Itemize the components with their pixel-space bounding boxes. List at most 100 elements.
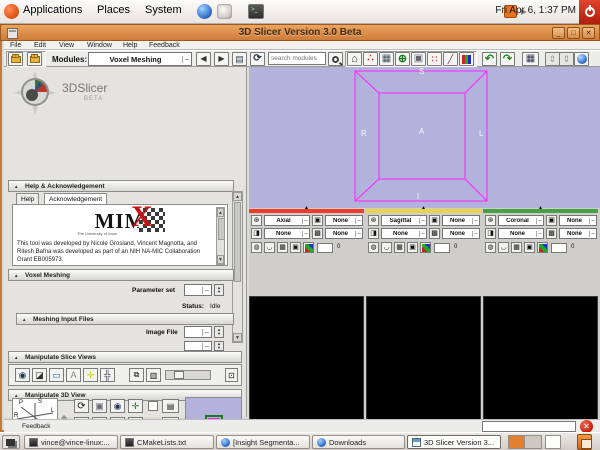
coronal-fg-selector[interactable]: None (498, 228, 544, 239)
slice-fit-button[interactable]: ▣ (407, 242, 418, 253)
taskbar-item-cmakelists[interactable]: CMakeLists.txt (120, 435, 214, 449)
places-menu[interactable]: Places (97, 4, 130, 16)
second-file-spinner[interactable]: ▲▼ (214, 341, 224, 351)
workspace-switcher[interactable] (508, 435, 542, 449)
image-file-selector[interactable] (184, 326, 212, 338)
maximize-button[interactable] (567, 27, 580, 39)
axial-viewport[interactable] (249, 296, 364, 432)
module-forward-button[interactable] (214, 52, 229, 66)
slice-label-colors-button[interactable] (537, 242, 548, 253)
slice-fit-button[interactable]: ◪ (32, 368, 47, 382)
slice-link-button[interactable]: ◍ (251, 242, 262, 253)
tab-help[interactable]: Help (16, 193, 39, 204)
volumes-button[interactable] (379, 52, 394, 66)
slice-layout-button[interactable]: ⧉ (129, 368, 144, 382)
sagittal-bg-selector[interactable]: None (442, 228, 480, 239)
slider-handle[interactable] (174, 371, 184, 379)
sagittal-viewport[interactable] (366, 296, 481, 432)
module-selector[interactable]: Voxel Meshing (88, 52, 192, 66)
window-titlebar[interactable]: 3D Slicer Version 3.0 Beta (0, 24, 600, 41)
home-module-button[interactable] (347, 52, 362, 66)
slice-annotation-button[interactable]: A (66, 368, 81, 382)
screenshot-button[interactable] (522, 52, 539, 66)
load-scene-button[interactable] (8, 52, 23, 66)
slice-link-button[interactable]: ◍ (368, 242, 379, 253)
redo-button[interactable] (500, 52, 515, 66)
terminal-launcher-icon[interactable] (248, 4, 264, 19)
clock[interactable]: Fri Apr 6, 1:37 PM (495, 5, 576, 16)
sagittal-orientation-selector[interactable]: Sagittal (381, 215, 427, 226)
sagittal-label-selector[interactable]: None (442, 215, 480, 226)
close-button[interactable] (582, 27, 595, 39)
slice-opacity-slider[interactable] (165, 370, 211, 380)
slice-label-colors-button[interactable] (303, 242, 314, 253)
spin-checkbox[interactable] (148, 401, 158, 411)
coronal-bg-selector[interactable]: None (559, 228, 597, 239)
link-icon[interactable]: ⊛ (485, 215, 496, 226)
link-icon[interactable]: ⊛ (368, 215, 379, 226)
slice-grid-button[interactable]: ╬ (100, 368, 115, 382)
scroll-down-icon[interactable]: ▼ (233, 333, 242, 342)
menu-view[interactable]: View (59, 42, 74, 49)
background-icon[interactable]: ▩ (546, 228, 557, 239)
background-icon[interactable]: ▩ (312, 228, 323, 239)
sagittal-fg-selector[interactable]: None (381, 228, 427, 239)
scroll-up-icon[interactable]: ▲ (217, 208, 224, 217)
search-modules-input[interactable] (268, 52, 326, 65)
feedback-input[interactable] (482, 421, 576, 432)
menu-window[interactable]: Window (87, 42, 112, 49)
pin-up-button[interactable] (545, 52, 560, 66)
layout-button[interactable] (574, 52, 589, 66)
import-scene-button[interactable] (27, 52, 42, 66)
undo-button[interactable] (482, 52, 497, 66)
slice-fit-button[interactable]: ▣ (524, 242, 535, 253)
ubuntu-logo-icon[interactable] (4, 4, 19, 19)
slice-compare-button[interactable]: ▥ (146, 368, 161, 382)
axial-label-selector[interactable]: None (325, 215, 363, 226)
workspace-2[interactable] (525, 436, 541, 448)
system-menu[interactable]: System (145, 4, 182, 16)
axial-fg-selector[interactable]: None (264, 228, 310, 239)
minimize-button[interactable] (552, 27, 565, 39)
menu-edit[interactable]: Edit (34, 42, 46, 49)
link-icon[interactable]: ⊛ (251, 215, 262, 226)
window-list-button[interactable] (2, 435, 20, 449)
taskbar-item-insight[interactable]: [Insight Segmenta... (216, 435, 310, 449)
slice-visibility-button[interactable]: ◉ (15, 368, 30, 382)
search-button[interactable] (328, 52, 343, 66)
scroll-thumb[interactable] (218, 218, 225, 240)
taskbar-item-downloads[interactable]: Downloads (312, 435, 405, 449)
scroll-down-icon[interactable]: ▼ (217, 255, 224, 264)
scroll-up-icon[interactable]: ▲ (233, 192, 242, 201)
applet-button[interactable] (545, 435, 561, 449)
slice-visibility-button[interactable]: ◡ (498, 242, 509, 253)
coronal-viewport[interactable] (483, 296, 598, 432)
module-back-button[interactable] (196, 52, 211, 66)
foreground-icon[interactable]: ◨ (368, 228, 379, 239)
menu-help[interactable]: Help (123, 42, 137, 49)
center-view-button[interactable]: ✛ (128, 399, 143, 413)
section-voxel-meshing[interactable]: Voxel Meshing (8, 269, 234, 281)
colors-button[interactable] (459, 52, 474, 66)
foreground-icon[interactable]: ◨ (485, 228, 496, 239)
axial-orientation-selector[interactable]: Axial (264, 215, 310, 226)
fiducial-list-button[interactable] (427, 52, 442, 66)
tab-acknowledgement[interactable]: Acknowledgement (44, 193, 107, 204)
quit-button[interactable] (579, 0, 600, 24)
section-manipulate-slice-views[interactable]: Manipulate Slice Views (8, 351, 242, 363)
axial-bg-selector[interactable]: None (325, 228, 363, 239)
slice-grid-button[interactable]: ▦ (277, 242, 288, 253)
taskbar-item-terminal[interactable]: vince@vince-linux:... (24, 435, 118, 449)
coronal-orientation-selector[interactable]: Coronal (498, 215, 544, 226)
coronal-color-bar[interactable]: ▲ (483, 209, 598, 213)
module-history-button[interactable] (232, 52, 247, 66)
image-file-spinner[interactable]: ▲▼ (214, 326, 224, 338)
firefox-launcher-icon[interactable] (197, 4, 212, 19)
slice-grid-button[interactable]: ▦ (511, 242, 522, 253)
slice-grid-button[interactable]: ▦ (394, 242, 405, 253)
models-button[interactable] (411, 52, 426, 66)
section-meshing-input-files[interactable]: Meshing Input Files (16, 313, 234, 325)
parameter-set-selector[interactable] (184, 284, 212, 296)
workspace-1[interactable] (509, 436, 525, 448)
ack-scrollbar[interactable]: ▲ ▼ (216, 207, 225, 265)
